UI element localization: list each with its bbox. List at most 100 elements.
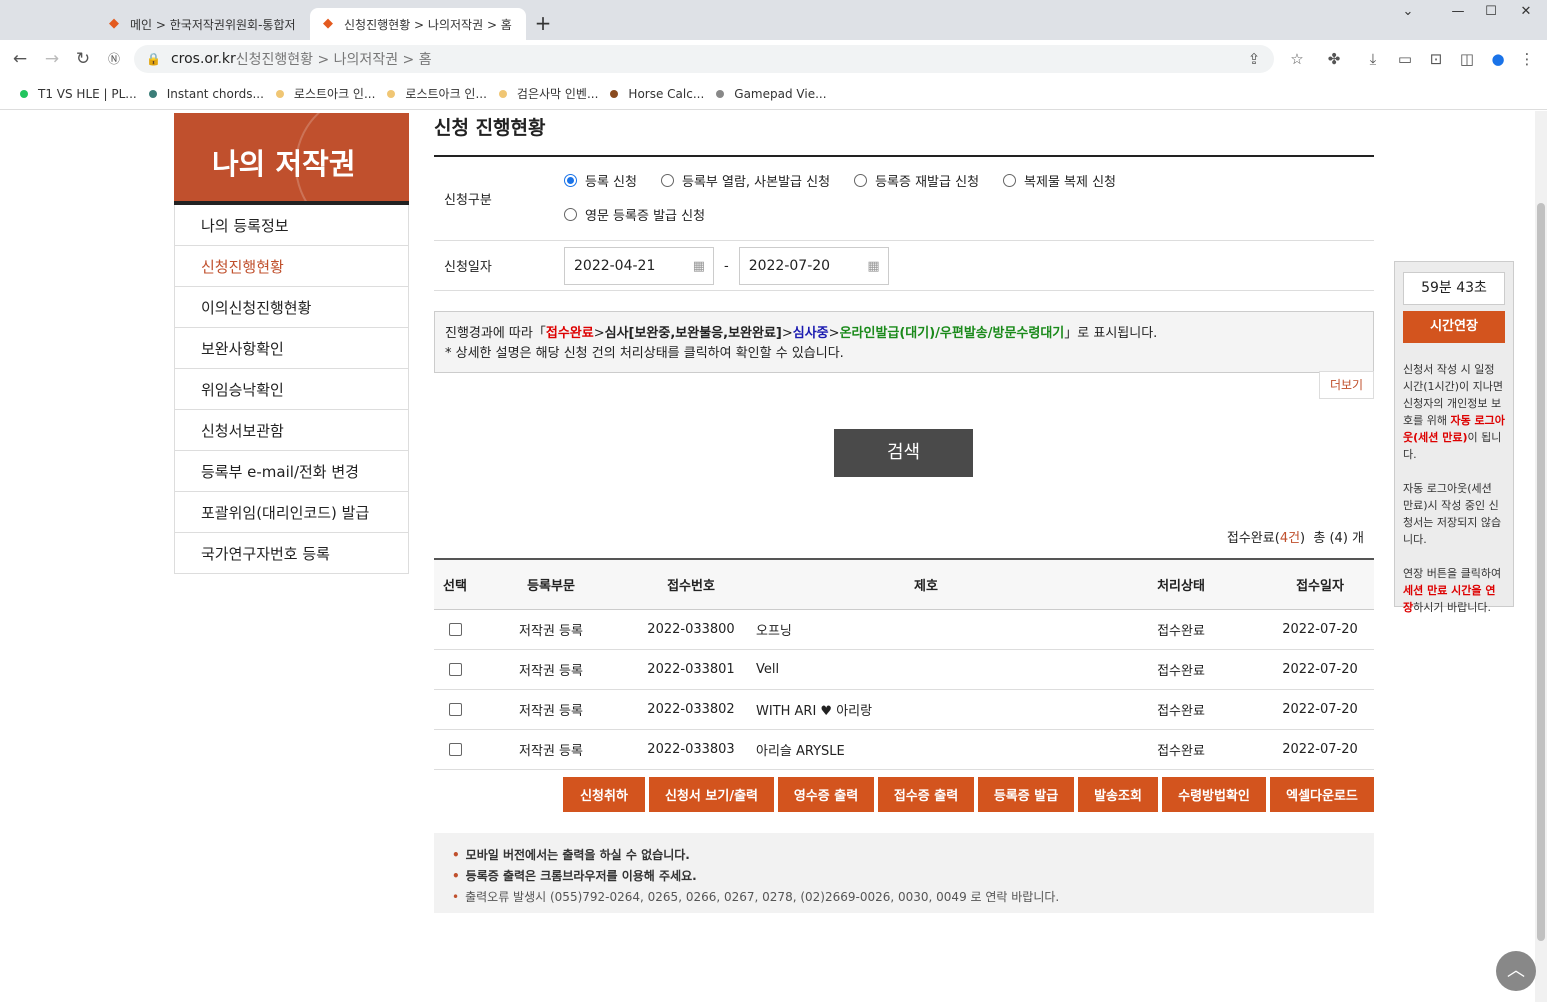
extend-session-button[interactable]: 시간연장 xyxy=(1403,311,1505,343)
action-button[interactable]: 접수증 출력 xyxy=(878,777,974,812)
search-button[interactable]: 검색 xyxy=(834,429,973,477)
sidebar-item[interactable]: 신청진행현황 xyxy=(174,246,409,287)
action-button[interactable]: 신청서 보기/출력 xyxy=(649,777,774,812)
status-cell[interactable]: 접수완료 xyxy=(1096,649,1266,690)
page-scrollbar[interactable] xyxy=(1535,111,1547,1002)
bookmark-item[interactable]: Instant chords... xyxy=(148,87,264,101)
result-count: 접수완료(4건) 총 (4) 개 xyxy=(1227,527,1364,546)
status-info-box: 진행경과에 따라「접수완료>심사[보완중,보완불응,보완완료]>심사중>온라인발… xyxy=(434,311,1374,373)
date-row: 신청일자 2022-04-21 ▦ - 2022-07-20 ▦ xyxy=(434,241,1374,291)
action-button[interactable]: 엑셀다운로드 xyxy=(1270,777,1374,812)
radio-icon[interactable] xyxy=(660,174,674,187)
section-cell: 저작권 등록 xyxy=(476,649,626,690)
menu-icon[interactable]: ⋮ xyxy=(1518,50,1536,68)
status-cell[interactable]: 접수완료 xyxy=(1096,689,1266,730)
close-icon[interactable]: ✕ xyxy=(1508,4,1544,19)
calendar-icon[interactable]: ▦ xyxy=(693,259,705,274)
extension-n-icon[interactable]: Ⓝ xyxy=(104,49,124,69)
count-total: 총 (4) 개 xyxy=(1313,531,1364,546)
status-cell[interactable]: 접수완료 xyxy=(1096,609,1266,650)
back-icon[interactable]: ← xyxy=(10,49,30,69)
scroll-to-top-icon[interactable]: ︿ xyxy=(1496,951,1536,991)
tab-main[interactable]: ◆ 메인 > 한국저작권위원회-통합저작권 xyxy=(96,8,306,40)
bookmark-item[interactable]: 로스트아크 인... xyxy=(387,85,487,102)
date-from-value: 2022-04-21 xyxy=(574,258,656,274)
page-title: 신청 진행현황 xyxy=(434,111,1374,157)
radio-icon[interactable] xyxy=(564,174,577,187)
screenshot-icon[interactable]: ⊡ xyxy=(1427,50,1445,68)
action-button[interactable]: 신청취하 xyxy=(563,777,645,812)
sidebar-item[interactable]: 포괄위임(대리인코드) 발급 xyxy=(174,492,409,533)
sidebar-item[interactable]: 국가연구자번호 등록 xyxy=(174,533,409,574)
sidebar-item[interactable]: 보완사항확인 xyxy=(174,328,409,369)
bookmark-label: T1 VS HLE | PL... xyxy=(38,86,137,101)
radio-icon[interactable] xyxy=(564,208,577,221)
scrollbar-thumb[interactable] xyxy=(1537,203,1545,941)
bookmark-item[interactable]: Horse Calc... xyxy=(610,87,704,101)
radio-label: 등록부 열람, 사본발급 신청 xyxy=(681,175,831,190)
status-cell[interactable]: 접수완료 xyxy=(1096,729,1266,770)
receipt-no-cell: 2022-033802 xyxy=(626,689,756,730)
profile-avatar-icon[interactable]: ● xyxy=(1489,50,1507,68)
sidebar: 나의 저작권 나의 등록정보 신청진행현황 이의신청진행현황 보완사항확인 위임승낙확인… xyxy=(174,113,409,574)
bookmark-item[interactable]: Gamepad Vie... xyxy=(716,87,827,101)
action-button[interactable]: 등록증 발급 xyxy=(978,777,1074,812)
bookmark-star-icon[interactable]: ☆ xyxy=(1288,50,1306,68)
date-to-input[interactable]: 2022-07-20 ▦ xyxy=(738,247,889,285)
calendar-icon[interactable]: ▦ xyxy=(867,259,879,274)
cast-icon[interactable]: ▭ xyxy=(1396,50,1414,68)
row-checkbox[interactable] xyxy=(448,702,462,716)
bookmark-item[interactable]: 검은사막 인벤... xyxy=(498,85,598,102)
column-header: 접수일자 xyxy=(1266,558,1374,610)
action-button[interactable]: 영수증 출력 xyxy=(778,777,874,812)
count-label: ) xyxy=(1300,531,1306,546)
radio-icon[interactable] xyxy=(854,174,868,187)
tab-search-icon[interactable]: ⌄ xyxy=(1390,4,1426,19)
notice-text: 모바일 버전에서는 출력을 하실 수 없습니다. xyxy=(465,848,690,862)
section-cell: 저작권 등록 xyxy=(476,689,626,730)
maximize-icon[interactable]: ☐ xyxy=(1473,4,1509,19)
info-step-review: 심사[보완중,보완불응,보완완료] xyxy=(604,326,782,341)
row-checkbox[interactable] xyxy=(448,742,462,756)
notice-text: 출력오류 발생시 (055)792-0264, 0265, 0266, 0267… xyxy=(465,890,1060,904)
radio-icon[interactable] xyxy=(1003,174,1017,187)
reload-icon[interactable]: ↻ xyxy=(73,49,93,69)
type-radio[interactable]: 등록부 열람, 사본발급 신청 xyxy=(660,171,831,190)
info-step-received: 접수완료 xyxy=(545,326,594,341)
date-cell: 2022-07-20 xyxy=(1266,649,1374,690)
bookmark-item[interactable]: T1 VS HLE | PL... xyxy=(20,87,137,101)
sidebar-item[interactable]: 등록부 e-mail/전화 변경 xyxy=(174,451,409,492)
site-favicon-icon: ◆ xyxy=(109,16,119,31)
bookmark-item[interactable]: 로스트아크 인... xyxy=(275,85,375,102)
type-radio[interactable]: 영문 등록증 발급 신청 xyxy=(564,205,705,224)
date-cell: 2022-07-20 xyxy=(1266,689,1374,730)
bookmarks-bar: T1 VS HLE | PL... Instant chords... 로스트아크 … xyxy=(0,78,1547,110)
type-radio[interactable]: 등록 신청 xyxy=(564,171,637,190)
action-button[interactable]: 수령방법확인 xyxy=(1162,777,1266,812)
sidepanel-icon[interactable]: ◫ xyxy=(1458,50,1476,68)
minimize-icon[interactable]: — xyxy=(1440,4,1476,19)
row-checkbox[interactable] xyxy=(448,622,462,636)
address-bar[interactable]: 🔒 cros.or.kr 신청진행현황 > 나의저작권 > 홈 xyxy=(134,45,1274,73)
title-cell: WITH ARI ♥ 아리랑 xyxy=(756,689,1096,730)
section-cell: 저작권 등록 xyxy=(476,609,626,650)
date-label: 신청일자 xyxy=(444,260,492,275)
type-label: 신청구분 xyxy=(444,193,492,208)
sidebar-item[interactable]: 나의 등록정보 xyxy=(174,205,409,246)
sidebar-item[interactable]: 신청서보관함 xyxy=(174,410,409,451)
date-from-input[interactable]: 2022-04-21 ▦ xyxy=(564,247,714,285)
sidebar-item[interactable]: 위임승낙확인 xyxy=(174,369,409,410)
more-button[interactable]: 더보기 xyxy=(1319,371,1374,399)
share-icon[interactable]: ⇪ xyxy=(1245,50,1263,68)
sidebar-item[interactable]: 이의신청진행현황 xyxy=(174,287,409,328)
extensions-icon[interactable]: ✤ xyxy=(1325,50,1343,68)
action-button[interactable]: 발송조회 xyxy=(1078,777,1158,812)
tab-active[interactable]: ◆ 신청진행현황 > 나의저작권 > 홈 xyxy=(310,8,526,40)
download-icon[interactable]: ⤓ xyxy=(1364,50,1382,68)
new-tab-button[interactable]: + xyxy=(532,12,554,34)
bookmark-label: 로스트아크 인... xyxy=(405,87,487,101)
type-radio[interactable]: 복제물 복제 신청 xyxy=(1003,171,1116,190)
type-radio[interactable]: 등록증 재발급 신청 xyxy=(854,171,979,190)
forward-icon[interactable]: → xyxy=(42,49,62,69)
row-checkbox[interactable] xyxy=(448,662,462,676)
